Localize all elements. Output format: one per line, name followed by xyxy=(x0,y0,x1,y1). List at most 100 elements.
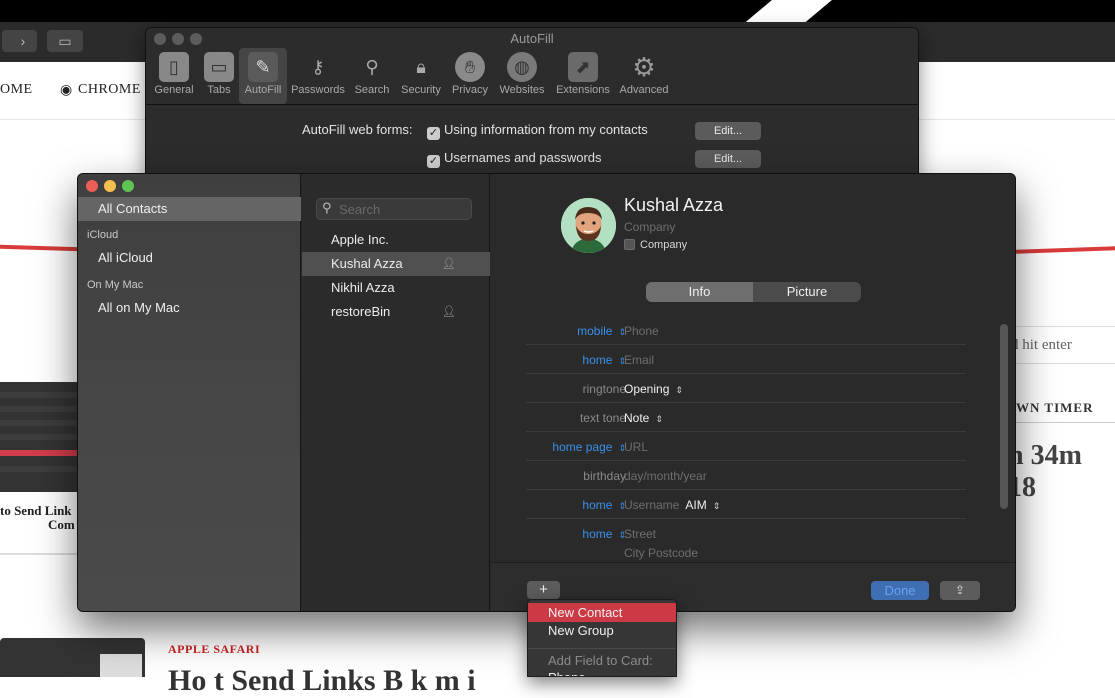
sidebar-item-all-icloud[interactable]: All iCloud xyxy=(78,246,301,270)
field-value[interactable]: URL xyxy=(624,440,648,454)
field-value[interactable]: Note ⇕ xyxy=(624,411,663,425)
scrollbar[interactable] xyxy=(1000,324,1008,509)
field-row: birthday day/month/year xyxy=(526,461,966,490)
menu-item-phone[interactable]: Phone xyxy=(528,668,676,676)
tab-privacy[interactable]: ✋︎ Privacy xyxy=(448,48,492,104)
decorative-red-line xyxy=(1015,246,1115,254)
checkbox[interactable] xyxy=(624,239,635,250)
tab-websites[interactable]: ◍ Websites xyxy=(494,48,550,104)
share-button[interactable]: ⇪ xyxy=(940,581,980,600)
list-item[interactable]: restoreBin 👤︎ xyxy=(302,300,490,324)
field-label: text tone xyxy=(579,411,626,425)
field-row: text tone Note ⇕ xyxy=(526,403,966,432)
article-title[interactable]: to Send Link Com xyxy=(0,504,75,532)
tab-info[interactable]: Info xyxy=(646,282,753,302)
field-label[interactable]: home ⇕ xyxy=(582,527,626,541)
company-field[interactable]: Company xyxy=(624,220,675,234)
contacts-option[interactable]: ✓ Using information from my contacts xyxy=(427,122,648,140)
tab-tabs[interactable]: ▭ Tabs xyxy=(200,48,238,104)
chrome-logo-icon: ◉ xyxy=(60,83,73,98)
tab-security[interactable]: 🔒︎ Security xyxy=(397,48,445,104)
field-value[interactable]: Phone xyxy=(624,324,659,338)
info-picture-segmented-control: Info Picture xyxy=(646,282,861,302)
search-field[interactable]: ⚲ xyxy=(316,198,472,220)
switch-icon: ▯ xyxy=(159,52,189,82)
key-icon: ⚷ xyxy=(311,57,325,77)
add-menu: New Contact New Group Add Field to Card:… xyxy=(527,599,677,677)
nav-item-home[interactable]: OME xyxy=(0,82,33,98)
site-search-input[interactable]: d hit enter xyxy=(1000,326,1115,364)
pencil-icon: ✎ xyxy=(248,52,278,82)
im-service-select[interactable]: AIM xyxy=(685,498,706,512)
list-item[interactable]: Kushal Azza 👤︎ xyxy=(302,252,490,276)
me-card-icon: 👤︎ xyxy=(442,306,456,318)
nav-item-chrome[interactable]: CHROME xyxy=(78,82,141,98)
tab-passwords[interactable]: ⚷ Passwords xyxy=(289,48,347,104)
field-row: home ⇕ Email xyxy=(526,345,966,374)
minimize-button[interactable] xyxy=(104,180,116,192)
divider xyxy=(1000,422,1115,423)
window-title: AutoFill xyxy=(510,31,554,46)
field-value[interactable]: Street City Postcode xyxy=(624,527,698,560)
field-row: mobile ⇕ Phone xyxy=(526,316,966,345)
me-card-icon: 👤︎ xyxy=(442,258,456,270)
list-item[interactable]: Apple Inc. xyxy=(302,228,490,252)
tab-picture[interactable]: Picture xyxy=(753,282,861,302)
globe-icon: ◍ xyxy=(507,52,537,82)
done-button[interactable]: Done xyxy=(871,581,929,600)
field-label[interactable]: mobile ⇕ xyxy=(577,324,626,338)
zoom-button[interactable] xyxy=(122,180,134,192)
article-category[interactable]: APPLE SAFARI xyxy=(168,642,260,657)
tab-search[interactable]: ⚲ Search xyxy=(350,48,394,104)
field-label: birthday xyxy=(583,469,626,483)
field-row: home ⇕ Username AIM ⇕ xyxy=(526,490,966,519)
tab-general[interactable]: ▯ General xyxy=(150,48,198,104)
list-item[interactable]: Nikhil Azza xyxy=(302,276,490,300)
edit-passwords-button[interactable]: Edit... xyxy=(695,150,761,168)
address-line-2[interactable]: City Postcode xyxy=(624,546,698,560)
field-row: ringtone Opening ⇕ xyxy=(526,374,966,403)
forward-icon[interactable]: › xyxy=(9,30,37,52)
browser-top-strip xyxy=(0,0,1115,30)
tabs-icon: ▭ xyxy=(204,52,234,82)
contact-card: Kushal Azza Company Company Info Picture… xyxy=(491,174,1015,611)
countdown-timer-value: n 34m 18 xyxy=(1008,440,1082,503)
field-row: home page ⇕ URL xyxy=(526,432,966,461)
contact-name[interactable]: Kushal Azza xyxy=(624,195,723,216)
groups-sidebar: All Contacts iCloud All iCloud On My Mac… xyxy=(78,174,301,611)
field-label[interactable]: home page ⇕ xyxy=(552,440,626,454)
sidebar-header-icloud: iCloud xyxy=(87,229,119,241)
sidebar-toggle-icon[interactable]: ▭ xyxy=(47,30,83,52)
tab-advanced[interactable]: ⚙ Advanced xyxy=(616,48,672,104)
checkbox-passwords[interactable]: ✓ xyxy=(427,155,440,168)
menu-item-new-contact[interactable]: New Contact xyxy=(528,603,676,622)
close-button[interactable] xyxy=(86,180,98,192)
article-thumbnail[interactable] xyxy=(0,638,145,677)
field-value[interactable]: Email xyxy=(624,353,654,367)
menu-item-new-group[interactable]: New Group xyxy=(528,621,676,640)
sidebar-item-all-on-my-mac[interactable]: All on My Mac xyxy=(78,296,301,320)
field-value[interactable]: Opening ⇕ xyxy=(624,382,683,396)
sidebar-item-all-contacts[interactable]: All Contacts xyxy=(78,197,301,221)
stepper-icon: ⇕ xyxy=(712,501,721,511)
passwords-option[interactable]: ✓ Usernames and passwords xyxy=(427,150,602,168)
checkbox-contacts[interactable]: ✓ xyxy=(427,127,440,140)
search-input[interactable] xyxy=(339,201,467,217)
search-icon: ⚲ xyxy=(322,200,332,215)
article-heading[interactable]: Ho t Send Links B k m i xyxy=(168,664,476,698)
hand-icon: ✋︎ xyxy=(455,52,485,82)
field-label[interactable]: home ⇕ xyxy=(582,498,626,512)
field-label[interactable]: home ⇕ xyxy=(582,353,626,367)
tab-extensions[interactable]: ⬈ Extensions xyxy=(553,48,613,104)
article-thumbnail[interactable] xyxy=(0,382,80,492)
tab-autofill[interactable]: ✎ AutoFill xyxy=(239,48,287,104)
field-value[interactable]: Username AIM ⇕ xyxy=(624,498,720,512)
add-button[interactable]: + xyxy=(527,581,560,599)
avatar[interactable] xyxy=(561,198,616,253)
edit-contacts-button[interactable]: Edit... xyxy=(695,122,761,140)
window-controls xyxy=(86,179,140,197)
company-checkbox[interactable]: Company xyxy=(624,239,687,251)
stepper-icon: ⇕ xyxy=(675,385,683,395)
field-value[interactable]: day/month/year xyxy=(624,469,707,483)
stepper-icon: ⇕ xyxy=(655,414,663,424)
